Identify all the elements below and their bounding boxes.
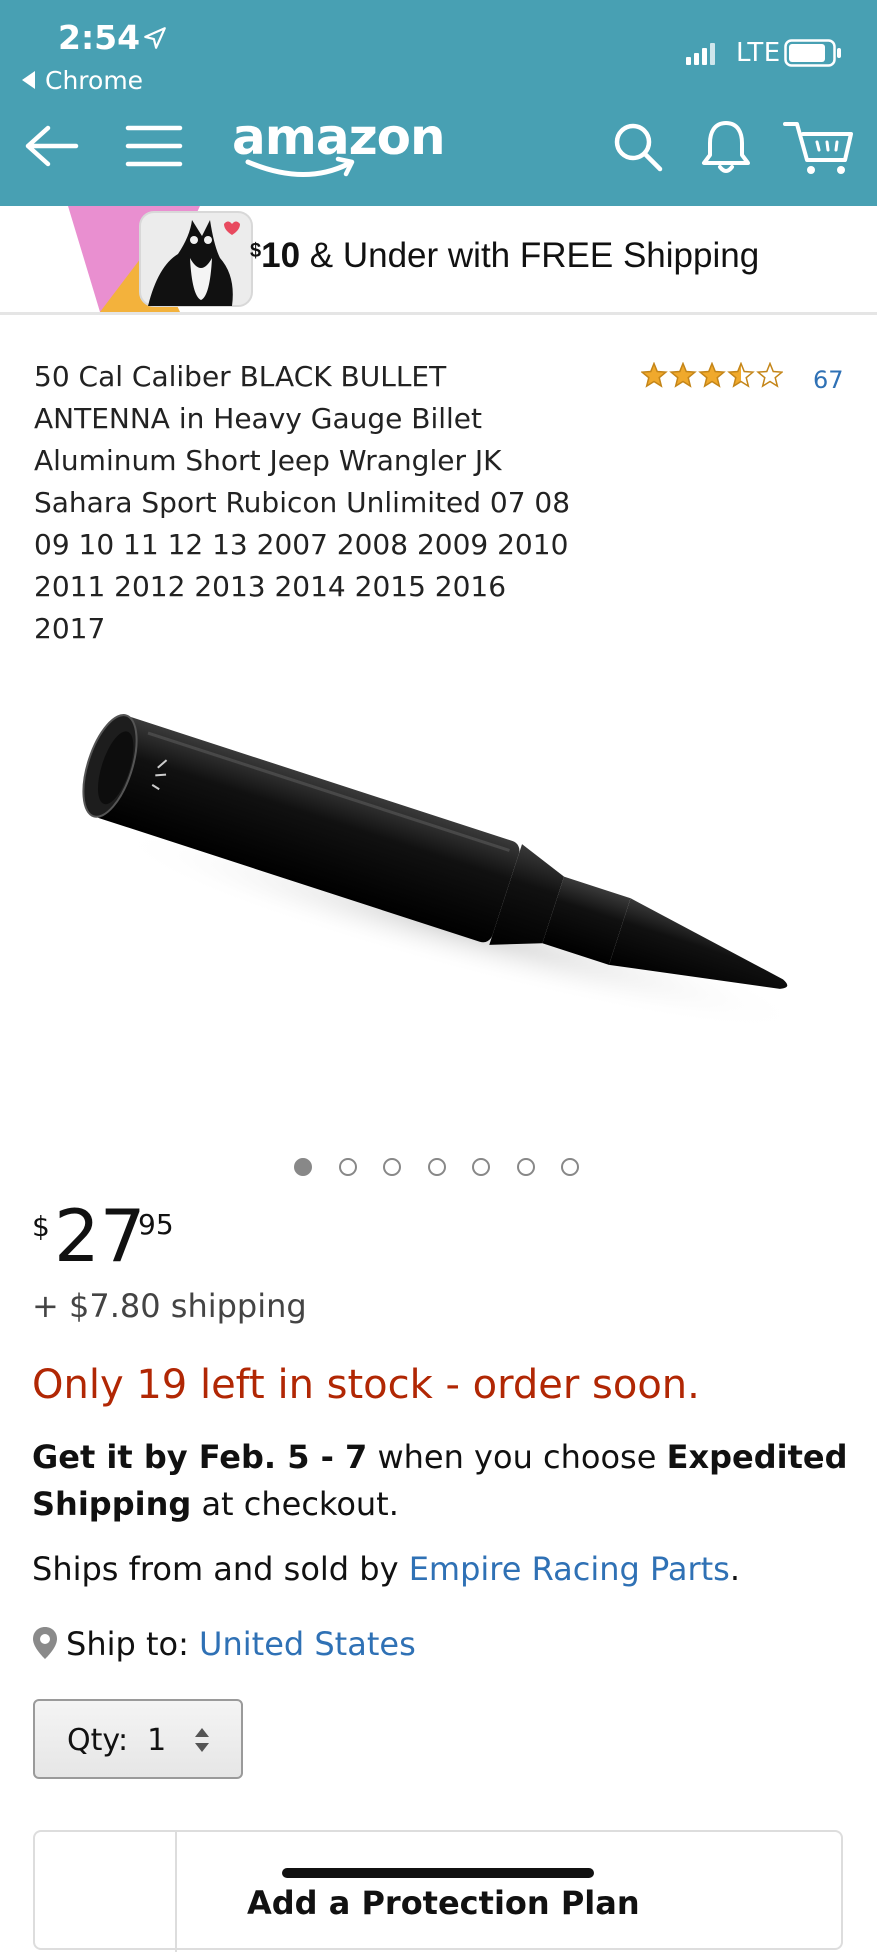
star-icon — [669, 362, 697, 388]
ship-to: Ship to: United States — [32, 1625, 416, 1663]
status-time: 2:54 — [58, 18, 141, 57]
network-label: LTE — [736, 38, 781, 68]
carousel-dot[interactable] — [338, 1158, 357, 1176]
product-title: 50 Cal Caliber BLACK BULLET ANTENNA in H… — [34, 360, 571, 645]
shopping-cart-icon[interactable] — [783, 120, 855, 176]
stock-status: Only 19 left in stock - order soon. — [32, 1362, 700, 1408]
seller-link[interactable]: Empire Racing Parts — [409, 1550, 730, 1588]
banner-pillow-image — [68, 206, 253, 312]
search-icon[interactable] — [612, 121, 664, 173]
smile-arrow-icon — [245, 156, 355, 177]
delivery-estimate: Get it by Feb. 5 - 7 when you choose Exp… — [32, 1438, 848, 1523]
price-fraction: 95 — [138, 1208, 174, 1241]
quantity-value: 1 — [147, 1723, 167, 1758]
back-triangle-icon — [22, 71, 35, 89]
notifications-bell-icon[interactable] — [700, 119, 752, 175]
protection-plan-card[interactable]: Add a Protection Plan — [33, 1830, 843, 1952]
location-arrow-icon — [144, 27, 166, 49]
price-whole: 27 — [54, 1194, 146, 1278]
signal-strength-icon — [686, 43, 715, 65]
promo-banner[interactable]: $10 & Under with FREE Shipping — [0, 206, 877, 315]
protection-plan-label: Add a Protection Plan — [247, 1884, 640, 1922]
quantity-selector[interactable]: Qty: 1 — [33, 1699, 243, 1779]
rating-stars-icon[interactable] — [641, 362, 783, 388]
review-count-link[interactable]: 67 — [813, 366, 844, 394]
top-bar: 2:54 Chrome LTE amazon — [0, 0, 877, 206]
carousel-dot[interactable] — [294, 1158, 312, 1176]
carousel-dot[interactable] — [383, 1158, 401, 1176]
shipping-cost: + $7.80 shipping — [32, 1287, 307, 1325]
back-arrow-icon[interactable] — [22, 124, 80, 168]
carousel-dot[interactable] — [561, 1158, 579, 1176]
card-divider — [175, 1832, 177, 1952]
carousel-dot[interactable] — [427, 1158, 446, 1176]
star-icon — [641, 362, 668, 388]
location-pin-icon — [33, 1627, 57, 1659]
back-to-app-link[interactable]: Chrome — [22, 66, 143, 95]
carousel-dot[interactable] — [472, 1158, 490, 1176]
star-icon — [727, 362, 755, 388]
star-icon — [756, 362, 783, 388]
banner-text: $10 & Under with FREE Shipping — [250, 236, 760, 275]
ship-to-country-link[interactable]: United States — [199, 1625, 416, 1663]
hamburger-menu-icon[interactable] — [125, 124, 183, 168]
back-app-label: Chrome — [45, 66, 144, 95]
battery-icon — [784, 39, 841, 67]
star-icon — [698, 362, 726, 388]
carousel-dot[interactable] — [516, 1158, 535, 1176]
seller-info: Ships from and sold by Empire Racing Par… — [32, 1550, 741, 1588]
updown-chevron-icon — [195, 1728, 209, 1752]
price-currency: $ — [32, 1210, 50, 1243]
quantity-label: Qty: — [67, 1723, 129, 1758]
amazon-logo[interactable]: amazon — [232, 108, 446, 182]
home-indicator[interactable] — [282, 1868, 594, 1878]
product-image[interactable] — [60, 700, 830, 1060]
